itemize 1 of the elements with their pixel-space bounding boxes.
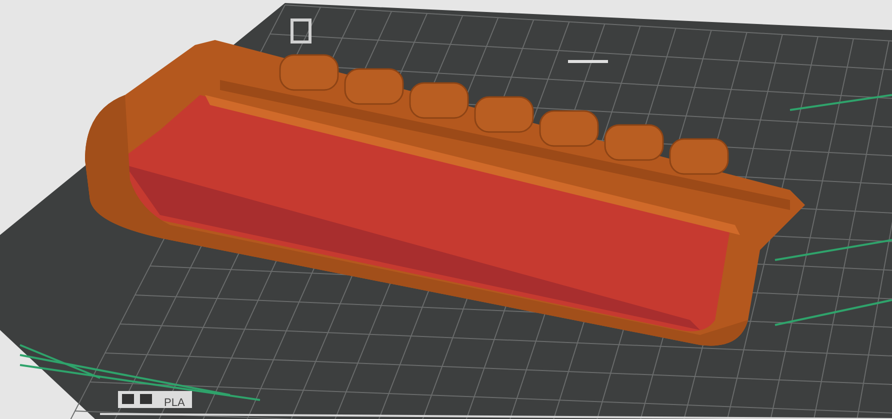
bed-label: PLA (164, 397, 185, 409)
